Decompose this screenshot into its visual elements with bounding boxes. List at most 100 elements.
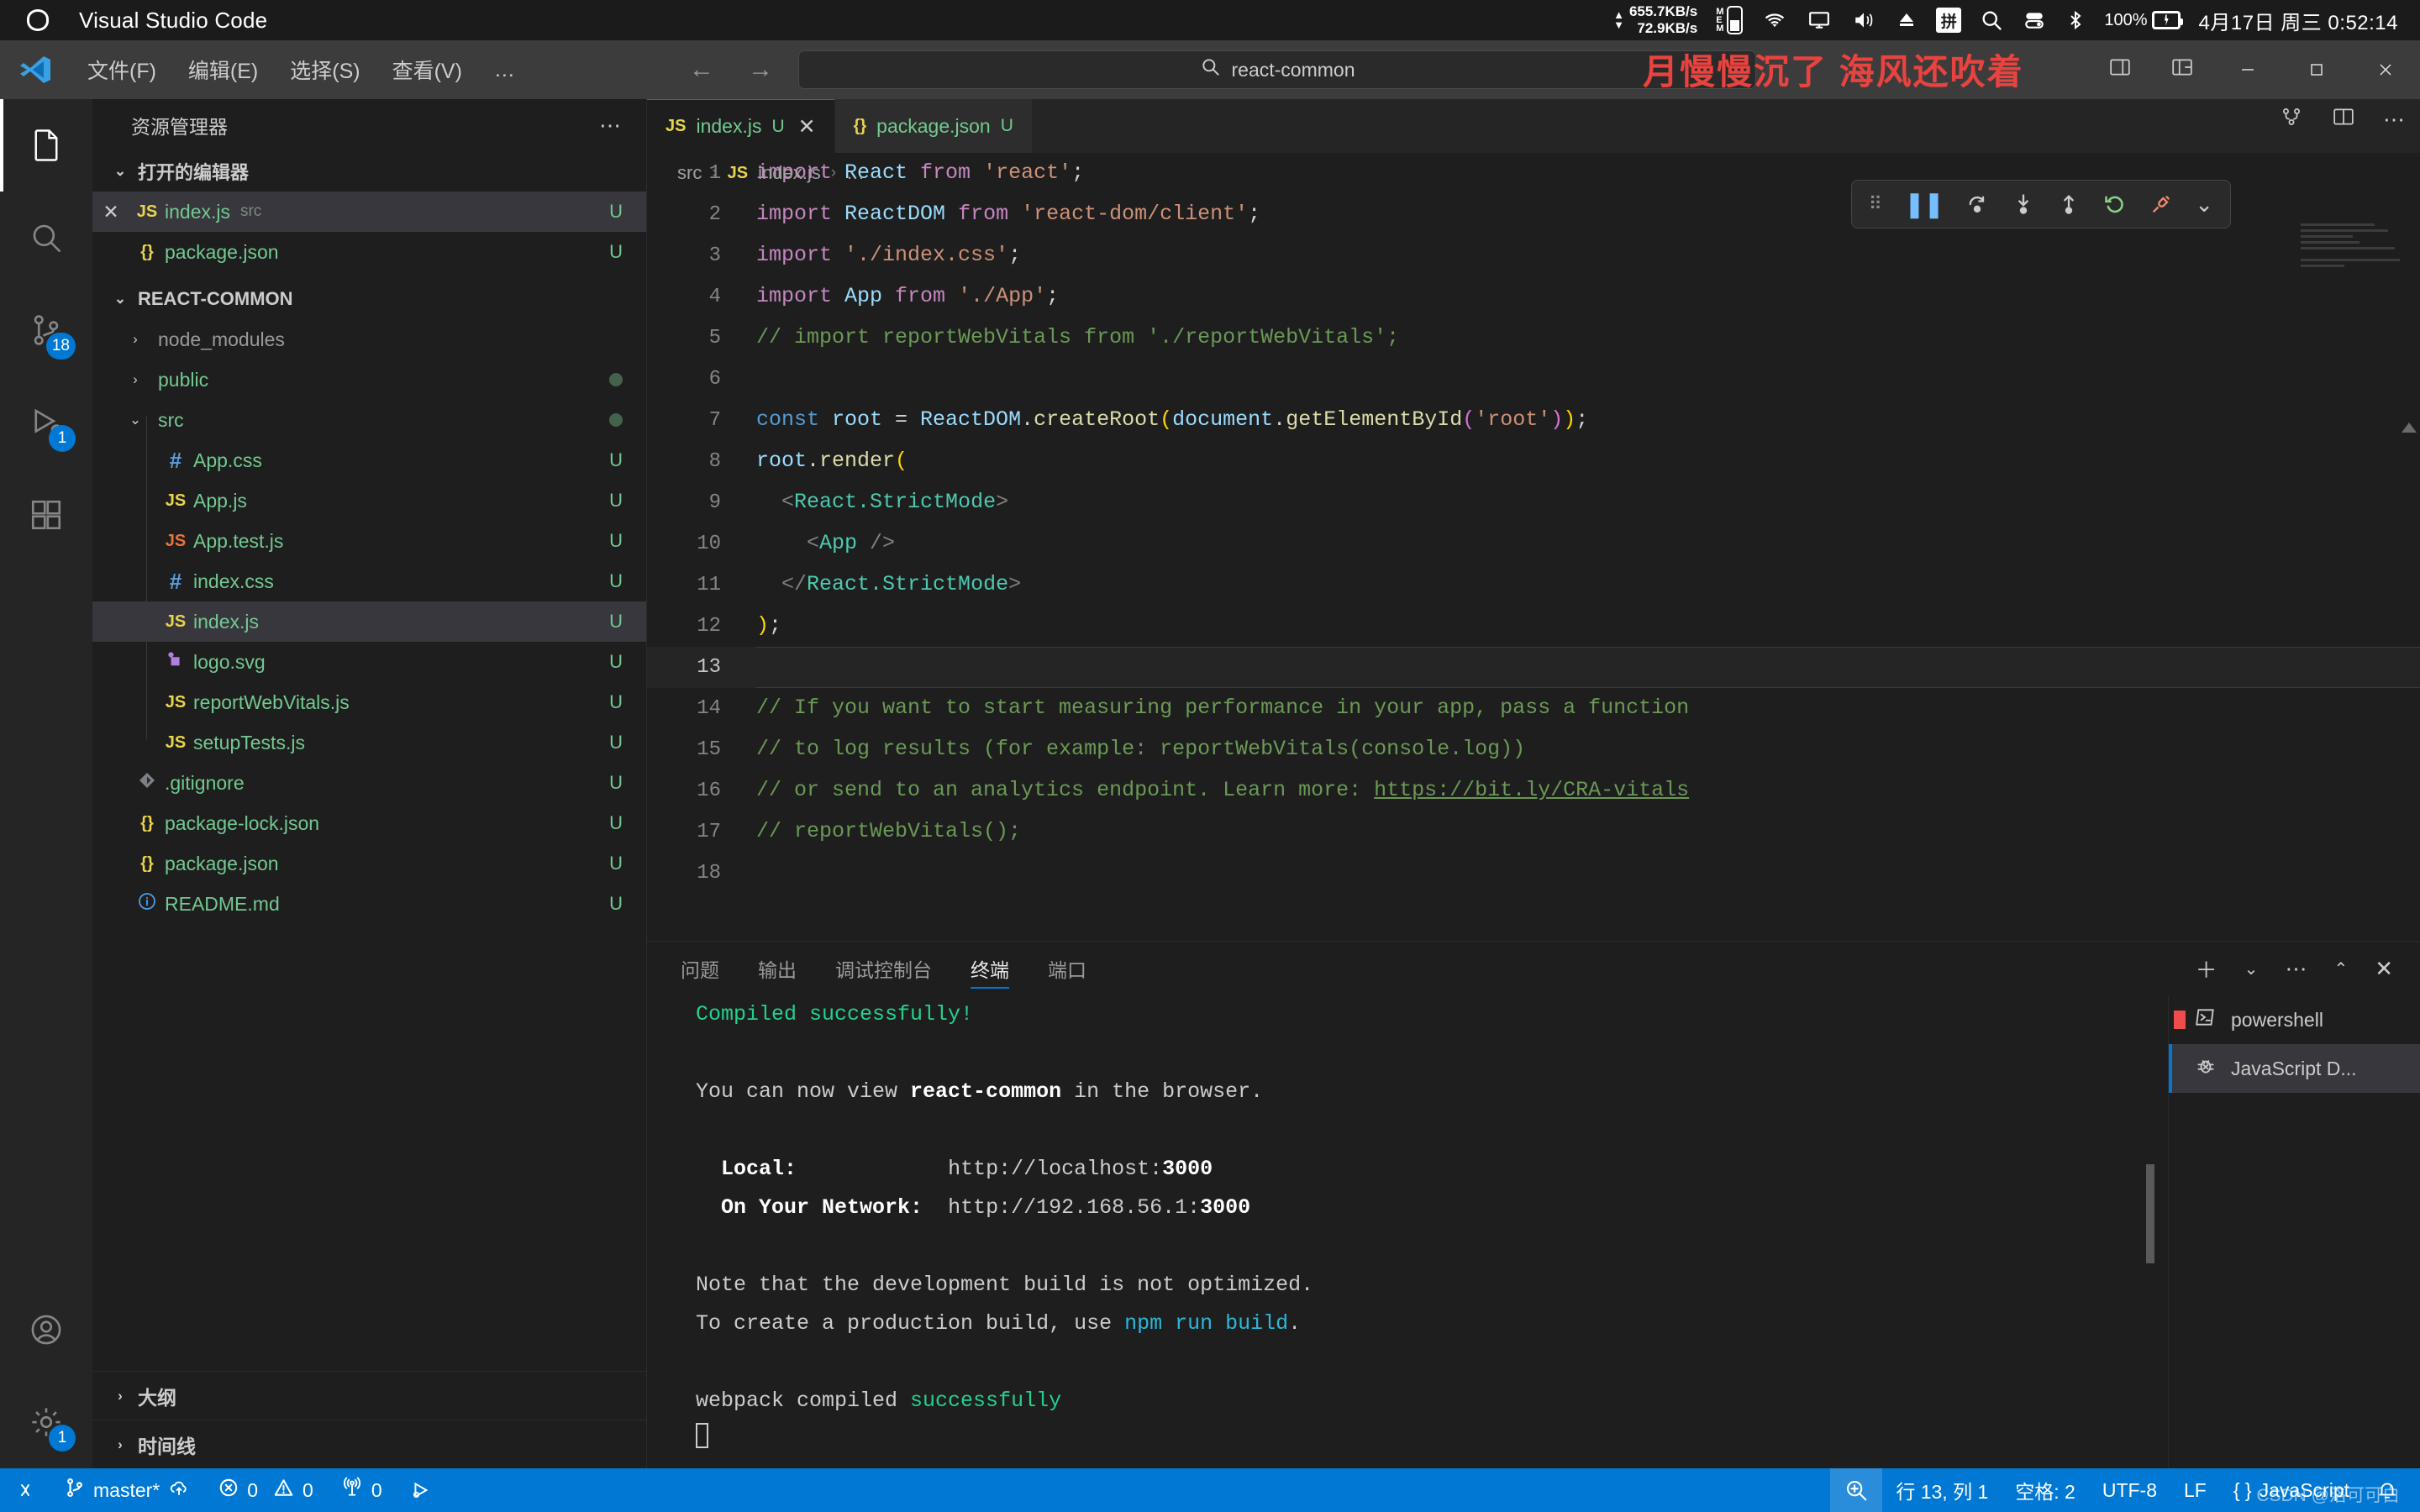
tree-item-reportwebvitals-js[interactable]: JS reportWebVitals.js U [92,682,646,722]
tree-item-src[interactable]: ⌄ src [92,400,646,440]
status-indentation[interactable]: 空格: 2 [2002,1468,2089,1512]
chevron-down-icon[interactable]: ⌄ [2244,958,2259,979]
chevron-right-icon[interactable]: › [126,371,145,388]
code-editor[interactable]: 1 import React from 'react'; 2 import Reac… [647,153,2420,892]
tab-package-json[interactable]: {} package.json U [834,99,1033,153]
tree-item-readme-md[interactable]: README.md U [92,884,646,924]
chevron-down-icon[interactable]: ⌄ [2195,192,2213,218]
open-editor-item-package-json[interactable]: {} package.json U [92,232,646,272]
outline-section-header[interactable]: › 大纲 [92,1371,646,1420]
step-over-icon[interactable] [1965,192,1990,216]
add-terminal-icon[interactable]: ＋ [2196,953,2217,984]
step-into-icon[interactable] [2012,192,2035,216]
tab-debug-console[interactable]: 调试控制台 [835,942,932,995]
terminal-output[interactable]: Compiled successfully! You can now view … [647,995,2160,1468]
sidebar-item-source-control[interactable]: 18 [0,284,92,376]
more-actions-icon[interactable]: ⋯ [2285,956,2307,982]
monitor-icon[interactable] [1807,9,1832,31]
tab-terminal[interactable]: 终端 [971,942,1009,995]
remote-icon[interactable] [0,1468,50,1512]
nav-back-icon[interactable]: ← [689,55,714,84]
tree-item-index-css[interactable]: # index.css U [92,561,646,601]
tree-item-index-js[interactable]: JS index.js U [92,601,646,642]
status-eol[interactable]: LF [2170,1468,2220,1512]
project-section-header[interactable]: ⌄ REACT-COMMON [92,279,646,319]
vitals-link[interactable]: https://bit.ly/CRA-vitals [1374,778,1689,802]
menu-more[interactable]: … [481,53,529,87]
cloud-upload-icon[interactable] [167,1478,191,1503]
window-maximize-button[interactable] [2282,40,2351,99]
search-icon[interactable] [1980,8,2003,32]
grip-icon[interactable]: ⠿ [1869,195,1882,213]
tree-item-public[interactable]: › public [92,360,646,400]
nav-forward-icon[interactable]: → [748,55,773,84]
status-ports[interactable]: 0 [327,1468,396,1512]
maximize-panel-icon[interactable]: ⌃ [2333,958,2348,979]
timeline-section-header[interactable]: › 时间线 [92,1420,646,1468]
command-search-input[interactable]: react-common [798,50,1756,89]
tree-item-setuptests-js[interactable]: JS setupTests.js U [92,722,646,763]
tree-item-app-js[interactable]: JS App.js U [92,480,646,521]
tree-item-package-json[interactable]: {} package.json U [92,843,646,884]
bluetooth-icon[interactable] [2065,8,2086,32]
close-icon[interactable]: ✕ [798,114,816,139]
toggle-icon[interactable] [2022,9,2047,31]
tree-item-logo-svg[interactable]: logo.svg U [92,642,646,682]
sidebar-item-run-debug[interactable]: 1 [0,376,92,469]
zoom-in-icon[interactable] [1830,1468,1883,1512]
chevron-down-icon[interactable]: ⌄ [126,412,145,428]
breadcrumb-folder[interactable]: src [677,162,702,184]
sidebar-item-extensions[interactable] [0,469,92,561]
tab-output[interactable]: 输出 [758,942,797,995]
status-encoding[interactable]: UTF-8 [2089,1468,2170,1512]
os-clock[interactable]: 4月17日 周三 0:52:14 [2199,6,2398,35]
toggle-panel-icon[interactable] [2089,56,2151,84]
tree-item-node-modules[interactable]: › node_modules [92,319,646,360]
customize-layout-icon[interactable] [2151,56,2213,84]
window-minimize-button[interactable] [2213,40,2282,99]
terminal-url[interactable]: http://192.168.56.1: [948,1195,1200,1220]
terminal-scrollbar[interactable] [2146,1164,2154,1263]
chevron-right-icon[interactable]: › [126,331,145,348]
tab-problems[interactable]: 问题 [681,942,719,995]
open-editor-item-index-js[interactable]: ✕ JS index.js src U [92,192,646,232]
wifi-icon[interactable] [1761,9,1788,31]
tab-index-js[interactable]: JS index.js U ✕ [647,99,835,153]
split-editor-icon[interactable] [2331,106,2356,134]
menu-selection[interactable]: 选择(S) [276,50,373,90]
breadcrumb-file[interactable]: index.js [758,162,821,184]
status-cursor-position[interactable]: 行 13, 列 1 [1882,1468,2002,1512]
close-icon[interactable]: ✕ [92,201,129,223]
gear-icon[interactable]: 1 [0,1376,92,1468]
menu-file[interactable]: 文件(F) [74,50,170,90]
menu-view[interactable]: 查看(V) [379,50,476,90]
tree-item-app-css[interactable]: # App.css U [92,440,646,480]
ime-pinyin-icon[interactable]: 拼 [1936,8,1962,33]
status-branch[interactable]: master* [50,1468,204,1512]
sidebar-item-explorer[interactable] [0,99,92,192]
more-actions-icon[interactable]: ⋯ [2383,107,2405,133]
window-close-button[interactable] [2351,40,2420,99]
close-panel-icon[interactable]: ✕ [2375,956,2393,982]
account-icon[interactable] [0,1284,92,1376]
terminal-item-javascript-debug[interactable]: JavaScript D... [2169,1044,2420,1093]
breadcrumb-symbol[interactable]: … [846,162,865,184]
pause-icon[interactable]: ❚❚ [1904,190,1944,219]
open-editors-section-header[interactable]: ⌄ 打开的编辑器 [92,151,646,192]
debug-alt-icon[interactable] [396,1468,448,1512]
ellipsis-icon[interactable]: ⋯ [599,113,623,139]
tree-item-package-lock-json[interactable]: {} package-lock.json U [92,803,646,843]
eject-icon[interactable] [1896,10,1918,30]
step-out-icon[interactable] [2057,192,2081,216]
restart-icon[interactable] [2102,192,2128,216]
terminal-item-powershell[interactable]: powershell [2169,995,2420,1044]
sidebar-item-search[interactable] [0,192,92,284]
run-split-icon[interactable] [2279,106,2304,134]
menu-edit[interactable]: 编辑(E) [175,50,271,90]
disconnect-icon[interactable] [2149,192,2173,216]
terminal-url[interactable]: http://localhost: [948,1157,1162,1181]
tree-item-app-test-js[interactable]: JS App.test.js U [92,521,646,561]
volume-icon[interactable] [1850,9,1877,31]
tree-item-gitignore[interactable]: .gitignore U [92,763,646,803]
tab-ports[interactable]: 端口 [1048,942,1086,995]
